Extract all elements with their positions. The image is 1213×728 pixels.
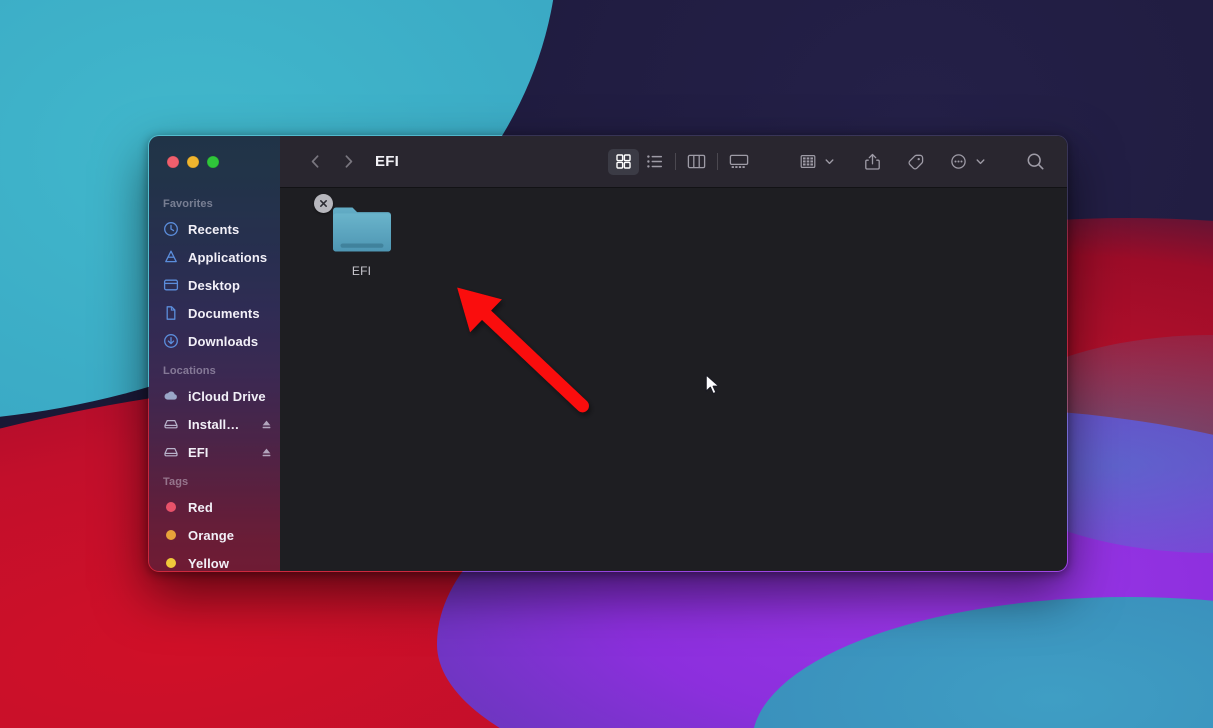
share-icon xyxy=(865,153,880,170)
tag-dot-icon xyxy=(166,502,176,512)
eject-icon[interactable] xyxy=(261,419,272,430)
sidebar-item-label: Recents xyxy=(188,221,240,237)
search-button[interactable] xyxy=(1020,149,1051,175)
clock-icon xyxy=(164,222,178,236)
file-browser-content[interactable]: EFI xyxy=(280,188,1067,571)
gallery-view-icon xyxy=(729,154,748,168)
tag-dot-icon xyxy=(166,530,176,540)
forward-button[interactable] xyxy=(335,149,361,175)
group-by-button[interactable] xyxy=(792,149,835,175)
chevron-down-icon xyxy=(825,159,834,165)
sidebar-item-documents[interactable]: Documents xyxy=(149,299,280,327)
hard-drive-icon xyxy=(164,420,178,429)
sidebar-section-tags: Tags xyxy=(163,476,189,488)
file-item-label: EFI xyxy=(351,264,372,278)
back-button[interactable] xyxy=(302,149,328,175)
sidebar-item-label: Documents xyxy=(188,305,260,321)
more-circle-icon xyxy=(951,154,966,169)
desktop-icon xyxy=(163,279,179,291)
hard-drive-icon xyxy=(164,448,178,457)
view-mode-group xyxy=(608,148,754,175)
column-view-button[interactable] xyxy=(681,149,712,175)
group-by-icon-wrap[interactable] xyxy=(792,149,823,175)
maximize-button[interactable] xyxy=(207,156,219,168)
sidebar-item-downloads[interactable]: Downloads xyxy=(149,327,280,355)
finder-sidebar: Favorites Recents Applications Desktop D… xyxy=(149,136,280,571)
list-view-button[interactable] xyxy=(639,149,670,175)
toolbar-divider xyxy=(675,153,676,170)
icloud-icon xyxy=(164,391,177,400)
close-icon xyxy=(319,200,327,207)
sidebar-item-label: Desktop xyxy=(188,277,240,293)
sidebar-item-desktop[interactable]: Desktop xyxy=(149,271,280,299)
eject-icon[interactable] xyxy=(261,447,272,458)
sidebar-item-label: iCloud Drive xyxy=(188,388,266,404)
sidebar-item-label: Orange xyxy=(188,527,235,543)
chevron-left-icon xyxy=(311,155,318,168)
icon-view-button[interactable] xyxy=(608,148,639,175)
sidebar-section-locations: Locations xyxy=(163,365,216,377)
finder-toolbar: EFI xyxy=(280,136,1067,188)
sidebar-item-efi[interactable]: EFI xyxy=(149,438,280,466)
sidebar-item-label: Install… xyxy=(188,416,240,432)
gallery-view-button[interactable] xyxy=(723,149,754,175)
close-badge-icon[interactable] xyxy=(313,194,333,213)
search-icon xyxy=(1027,153,1044,170)
sidebar-item-label: Applications xyxy=(188,249,268,265)
sidebar-item-icloud-drive[interactable]: iCloud Drive xyxy=(149,382,280,410)
sidebar-item-tag-yellow[interactable]: Yellow xyxy=(149,549,280,571)
sidebar-item-label: Yellow xyxy=(188,555,230,571)
column-view-icon xyxy=(687,154,706,169)
chevron-down-icon xyxy=(976,159,985,165)
applications-icon xyxy=(165,250,177,263)
action-menu-button[interactable] xyxy=(943,149,986,175)
tag-icon xyxy=(908,154,924,169)
page-title: EFI xyxy=(375,153,399,170)
minimize-button[interactable] xyxy=(187,156,199,168)
folder-icon xyxy=(332,207,391,252)
mouse-cursor xyxy=(705,374,720,395)
sidebar-item-tag-orange[interactable]: Orange xyxy=(149,521,280,549)
chevron-right-icon xyxy=(345,155,352,168)
sidebar-section-favorites: Favorites xyxy=(163,198,213,210)
desktop-wallpaper: Favorites Recents Applications Desktop D… xyxy=(0,0,1213,728)
tag-dot-icon xyxy=(166,558,176,568)
tags-button[interactable] xyxy=(900,149,931,175)
action-icon-wrap[interactable] xyxy=(943,149,974,175)
close-button[interactable] xyxy=(167,156,179,168)
sidebar-item-label: Red xyxy=(188,499,213,515)
sidebar-item-applications[interactable]: Applications xyxy=(149,243,280,271)
downloads-icon xyxy=(164,334,178,348)
group-by-icon xyxy=(800,154,815,169)
icon-view-icon xyxy=(616,154,631,169)
window-controls xyxy=(149,136,280,188)
toolbar-divider xyxy=(717,153,718,170)
folder-icon-wrap xyxy=(313,194,394,257)
sidebar-item-install[interactable]: Install… xyxy=(149,410,280,438)
sidebar-item-label: Downloads xyxy=(188,333,259,349)
finder-window: Favorites Recents Applications Desktop D… xyxy=(148,135,1068,572)
sidebar-item-tag-red[interactable]: Red xyxy=(149,493,280,521)
file-item-efi[interactable]: EFI xyxy=(313,194,404,278)
list-view-icon xyxy=(646,155,662,168)
sidebar-item-recents[interactable]: Recents xyxy=(149,215,280,243)
share-button[interactable] xyxy=(857,149,888,175)
finder-main-pane: EFI EFI xyxy=(280,136,1067,571)
documents-icon xyxy=(166,306,176,320)
sidebar-item-label: EFI xyxy=(188,444,209,460)
